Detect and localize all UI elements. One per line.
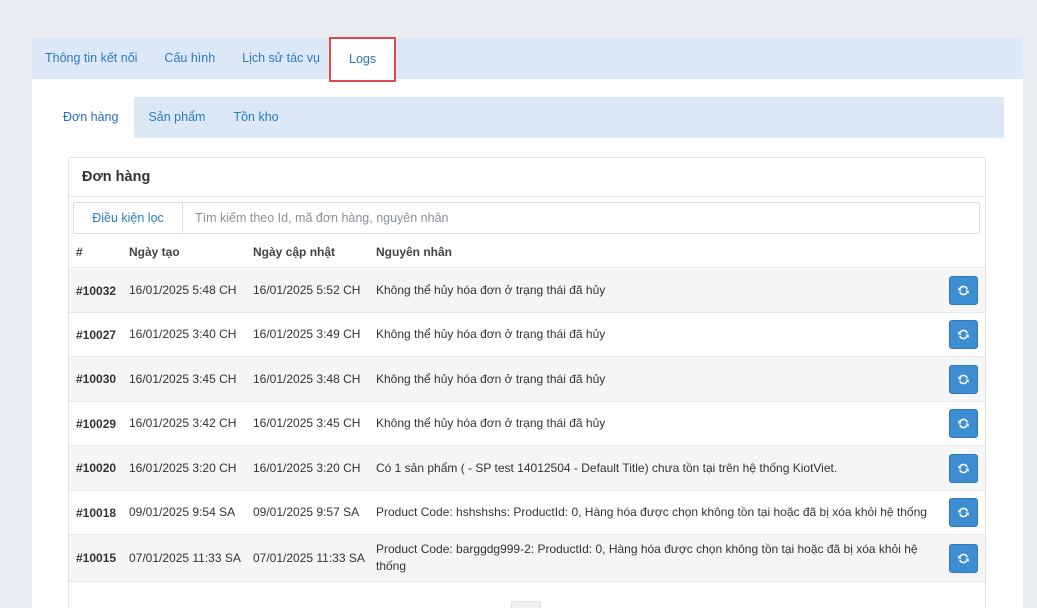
pagination-button[interactable] xyxy=(511,601,541,608)
table-row: #10030 16/01/2025 3:45 CH 16/01/2025 3:4… xyxy=(69,357,985,402)
refresh-icon xyxy=(958,418,969,429)
filter-bar: Điều kiện lọc xyxy=(73,202,980,234)
subtab-products[interactable]: Sản phẩm xyxy=(134,97,219,138)
row-updated: 16/01/2025 3:45 CH xyxy=(253,416,361,430)
row-created: 07/01/2025 11:33 SA xyxy=(129,550,241,565)
row-updated: 16/01/2025 3:20 CH xyxy=(253,460,361,475)
table-row: #10018 09/01/2025 9:54 SA 09/01/2025 9:5… xyxy=(69,491,985,535)
refresh-icon xyxy=(958,463,969,473)
subtab-inventory[interactable]: Tồn kho xyxy=(219,97,292,138)
header-created: Ngày tạo xyxy=(129,244,180,259)
retry-button[interactable] xyxy=(949,543,978,573)
row-created: 16/01/2025 3:42 CH xyxy=(129,416,237,430)
row-created: 16/01/2025 3:40 CH xyxy=(129,327,237,341)
retry-button[interactable] xyxy=(949,453,978,483)
row-updated: 07/01/2025 11:33 SA xyxy=(253,550,365,565)
search-input[interactable] xyxy=(183,203,979,233)
refresh-icon xyxy=(958,285,969,296)
tab-configuration[interactable]: Cấu hình xyxy=(164,38,215,79)
row-updated: 16/01/2025 3:48 CH xyxy=(253,371,361,386)
row-id: #10018 xyxy=(76,505,117,520)
row-reason: Có 1 sản phẩm ( - SP test 14012504 - Def… xyxy=(376,460,838,475)
row-reason: Không thể hủy hóa đơn ở trạng thái đã hủ… xyxy=(376,416,606,430)
row-updated: 16/01/2025 5:52 CH xyxy=(253,283,361,297)
row-updated: 16/01/2025 3:49 CH xyxy=(253,327,361,341)
row-id: #10032 xyxy=(76,283,117,298)
row-id: #10015 xyxy=(76,551,117,565)
row-reason: Không thể hủy hóa đơn ở trạng thái đã hủ… xyxy=(376,327,606,341)
tab-logs[interactable]: Logs xyxy=(329,37,397,82)
table-row: #10015 07/01/2025 11:33 SA 07/01/2025 11… xyxy=(69,535,985,582)
top-tab-bar: Thông tin kết nối Cấu hình Lịch sử tác v… xyxy=(32,37,1023,82)
retry-button[interactable] xyxy=(949,364,978,394)
retry-button[interactable] xyxy=(949,276,978,305)
filter-conditions-button[interactable]: Điều kiện lọc xyxy=(74,203,183,233)
row-id: #10020 xyxy=(76,461,117,475)
tab-task-history[interactable]: Lịch sử tác vụ xyxy=(242,38,320,79)
row-reason: Không thể hủy hóa đơn ở trạng thái đã hủ… xyxy=(376,283,606,297)
table-row: #10027 16/01/2025 3:40 CH 16/01/2025 3:4… xyxy=(69,313,985,357)
row-id: #10030 xyxy=(76,372,117,386)
table-header: # Ngày tạo Ngày cập nhật Nguyên nhân xyxy=(69,236,985,268)
refresh-icon xyxy=(958,507,969,518)
header-updated: Ngày cập nhật xyxy=(253,244,336,259)
table-row: #10029 16/01/2025 3:42 CH 16/01/2025 3:4… xyxy=(69,402,985,446)
orders-log-card: Đơn hàng Điều kiện lọc # Ngày tạo Ngày c… xyxy=(68,157,986,608)
refresh-icon xyxy=(958,329,969,340)
card-title: Đơn hàng xyxy=(69,158,985,197)
row-updated: 09/01/2025 9:57 SA xyxy=(253,505,360,519)
refresh-icon xyxy=(958,553,969,563)
subtab-orders[interactable]: Đơn hàng xyxy=(51,97,135,138)
integration-panel: Thông tin kết nối Cấu hình Lịch sử tác v… xyxy=(32,37,1023,608)
row-created: 16/01/2025 3:45 CH xyxy=(129,371,237,386)
row-created: 16/01/2025 3:20 CH xyxy=(129,460,237,475)
row-reason: Product Code: hshshshs: ProductId: 0, Hà… xyxy=(376,505,927,519)
retry-button[interactable] xyxy=(949,320,978,349)
table-row: #10032 16/01/2025 5:48 CH 16/01/2025 5:5… xyxy=(69,269,985,313)
header-reason: Nguyên nhân xyxy=(376,244,453,259)
table-row: #10020 16/01/2025 3:20 CH 16/01/2025 3:2… xyxy=(69,446,985,491)
header-id: # xyxy=(76,244,83,259)
row-id: #10027 xyxy=(76,327,117,342)
row-reason: Không thể hủy hóa đơn ở trạng thái đã hủ… xyxy=(376,371,606,386)
row-reason: Product Code: barggdg999-2: ProductId: 0… xyxy=(376,542,918,573)
retry-button[interactable] xyxy=(949,409,978,438)
refresh-icon xyxy=(958,374,969,384)
row-created: 09/01/2025 9:54 SA xyxy=(129,505,236,519)
tab-connection-info[interactable]: Thông tin kết nối xyxy=(45,38,137,79)
row-created: 16/01/2025 5:48 CH xyxy=(129,283,237,297)
row-id: #10029 xyxy=(76,416,117,431)
retry-button[interactable] xyxy=(949,498,978,527)
sub-tab-bar: Đơn hàng Sản phẩm Tồn kho xyxy=(51,97,1004,138)
